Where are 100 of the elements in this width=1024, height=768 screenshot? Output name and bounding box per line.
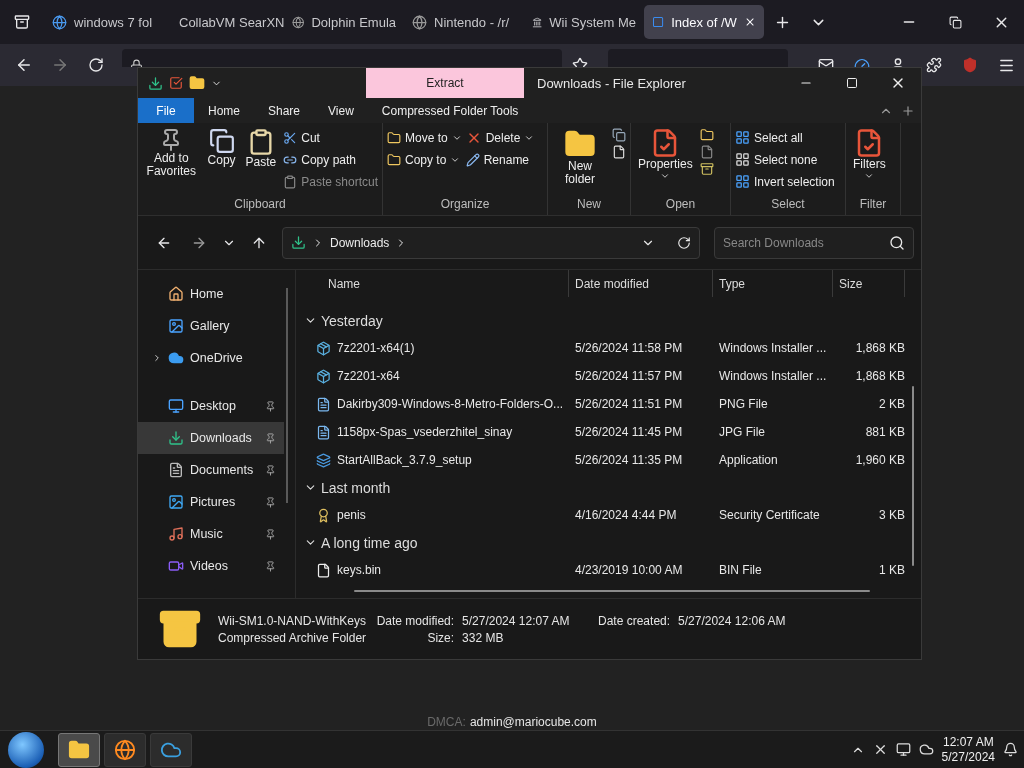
taskbar-app[interactable]: [104, 732, 146, 767]
sidebar-item[interactable]: Gallery: [138, 310, 284, 342]
cloud-icon: [168, 350, 184, 366]
column-header[interactable]: Name: [296, 270, 569, 297]
browser-tab[interactable]: windows 7 fol: [44, 5, 164, 39]
file-row[interactable]: Dakirby309-Windows-8-Metro-Folders-O... 5/26/2024 11:51 PM PNG File 2 KB: [296, 390, 921, 418]
ribbon-button[interactable]: Filters: [850, 125, 889, 181]
desktop-icon: [168, 398, 184, 414]
sidebar-item[interactable]: Documents: [138, 454, 284, 486]
back-icon[interactable]: [15, 56, 33, 74]
file-row[interactable]: 1158px-Spas_vsederzhitel_sinay 5/26/2024 11:45 PM JPG File 881 KB: [296, 418, 921, 446]
group-header[interactable]: A long time ago: [296, 529, 921, 556]
group-header[interactable]: Yesterday: [296, 307, 921, 334]
ribbon-button[interactable]: Cut: [283, 128, 378, 147]
sidebar-item[interactable]: Downloads: [138, 422, 284, 454]
refresh-icon[interactable]: [677, 235, 691, 250]
address-bar[interactable]: Downloads: [282, 226, 700, 259]
shield-icon[interactable]: [962, 57, 978, 73]
sidebar-item[interactable]: Videos: [138, 550, 284, 582]
ribbon-button[interactable]: Add to Favorites: [142, 125, 201, 178]
copy-item-icon[interactable]: [612, 128, 626, 142]
taskbar-app[interactable]: [58, 732, 100, 767]
document-icon: [168, 462, 184, 478]
start-button[interactable]: [8, 731, 44, 768]
sidebar-item[interactable]: Music: [138, 518, 284, 550]
ribbon-button[interactable]: Copy path: [283, 150, 378, 169]
column-header[interactable]: Type: [713, 270, 833, 297]
breadcrumb[interactable]: Downloads: [330, 235, 390, 250]
ribbon-tab[interactable]: Share: [254, 103, 315, 118]
extensions-icon[interactable]: [926, 57, 942, 73]
open-folder-icon[interactable]: [699, 128, 714, 142]
restore-icon[interactable]: [948, 15, 962, 29]
checklist-icon[interactable]: [169, 76, 183, 90]
ribbon-button[interactable]: New folder: [552, 125, 608, 186]
page-icon: [652, 15, 665, 29]
sidebar-item[interactable]: Desktop: [138, 390, 284, 422]
ribbon-button[interactable]: Invert selection: [735, 172, 835, 191]
scrollbar[interactable]: [912, 386, 914, 566]
edit-icon[interactable]: [699, 145, 714, 159]
taskbar-app[interactable]: [150, 732, 192, 767]
folder-icon[interactable]: [189, 75, 205, 91]
file-row[interactable]: keys.bin 4/23/2019 10:00 AM BIN File 1 KB: [296, 556, 921, 584]
browser-tab[interactable]: Dolphin Emula: [284, 5, 404, 39]
plus-icon[interactable]: [901, 103, 915, 118]
ribbon-tab[interactable]: Home: [194, 103, 254, 118]
browser-tab[interactable]: Wii System Me: [524, 5, 644, 39]
details-value: 332 MB: [462, 630, 505, 645]
cloud-icon[interactable]: [918, 742, 934, 757]
type-cell-text: JPG File: [718, 425, 766, 439]
reload-icon[interactable]: [88, 57, 104, 73]
ribbon-button[interactable]: Move to: [387, 128, 462, 147]
ribbon-button[interactable]: Select all: [735, 128, 835, 147]
group-label: Organize: [439, 197, 491, 211]
ribbon-button[interactable]: Select none: [735, 150, 835, 169]
file-name: 7z2201-x64(1): [337, 341, 415, 355]
maximize-icon[interactable]: [846, 77, 858, 89]
clock[interactable]: 12:07 AM 5/27/2024: [941, 734, 995, 765]
file-row[interactable]: StartAllBack_3.7.9_setup 5/26/2024 11:35 PM Application 1,960 KB: [296, 446, 921, 474]
sidebar-item[interactable]: Pictures: [138, 486, 284, 518]
ribbon-button[interactable]: Copy to: [387, 150, 462, 169]
context-tab[interactable]: Extract: [366, 68, 524, 98]
ribbon-button[interactable]: Paste: [242, 125, 280, 169]
size-cell-text: 1 KB: [878, 563, 905, 577]
size-cell-text: 1,868 KB: [854, 341, 905, 355]
scrollbar[interactable]: [286, 288, 288, 503]
search-box[interactable]: Search Downloads: [714, 226, 914, 259]
ribbon-button[interactable]: Properties: [635, 125, 696, 181]
scrollbar[interactable]: [354, 590, 870, 592]
file-row[interactable]: 7z2201-x64(1) 5/26/2024 11:58 PM Windows Installer ... 1,868 KB: [296, 334, 921, 362]
network-icon[interactable]: [895, 742, 911, 757]
ribbon-button[interactable]: Copy: [204, 125, 239, 167]
download-icon[interactable]: [148, 75, 163, 91]
size-cell-text: 2 KB: [878, 397, 905, 411]
search-icon[interactable]: [889, 234, 905, 251]
footer-email: admin@mariocube.com: [469, 715, 597, 729]
file-row[interactable]: 7z2201-x64 5/26/2024 11:57 PM Windows Installer ... 1,868 KB: [296, 362, 921, 390]
column-header[interactable]: Date modified: [569, 270, 713, 297]
column-header[interactable]: Size: [833, 270, 905, 297]
ribbon-button[interactable]: Rename: [465, 150, 535, 169]
details-value: 5/27/2024 12:07 AM: [462, 613, 571, 628]
ribbon-tab[interactable]: View: [314, 103, 368, 118]
browser-tab[interactable]: Index of /W: [644, 5, 764, 39]
sidebar-item[interactable]: Home: [138, 278, 284, 310]
browser-tab[interactable]: Nintendo - /r/: [404, 5, 524, 39]
browser-tab[interactable]: CollabVM SearXN: [164, 5, 284, 39]
sidebar-icon[interactable]: [14, 14, 30, 30]
download-icon: [291, 235, 306, 250]
new-item-icon[interactable]: [612, 145, 626, 159]
search-field[interactable]: Search Downloads: [723, 227, 889, 258]
file-tab[interactable]: File: [138, 98, 194, 123]
details-label: Date created:: [597, 613, 671, 628]
group-header[interactable]: Last month: [296, 474, 921, 501]
ribbon-button[interactable]: Delete: [465, 128, 535, 147]
forward-icon[interactable]: [51, 56, 69, 74]
ribbon-tab[interactable]: Compressed Folder Tools: [367, 103, 533, 118]
sidebar-item[interactable]: OneDrive: [138, 342, 284, 374]
file-row[interactable]: penis 4/16/2024 4:44 PM Security Certificate 3 KB: [296, 501, 921, 529]
notification-icon[interactable]: [1003, 742, 1018, 757]
footer-label: DMCA:: [427, 715, 466, 729]
chevron-right-icon[interactable]: [152, 353, 162, 363]
